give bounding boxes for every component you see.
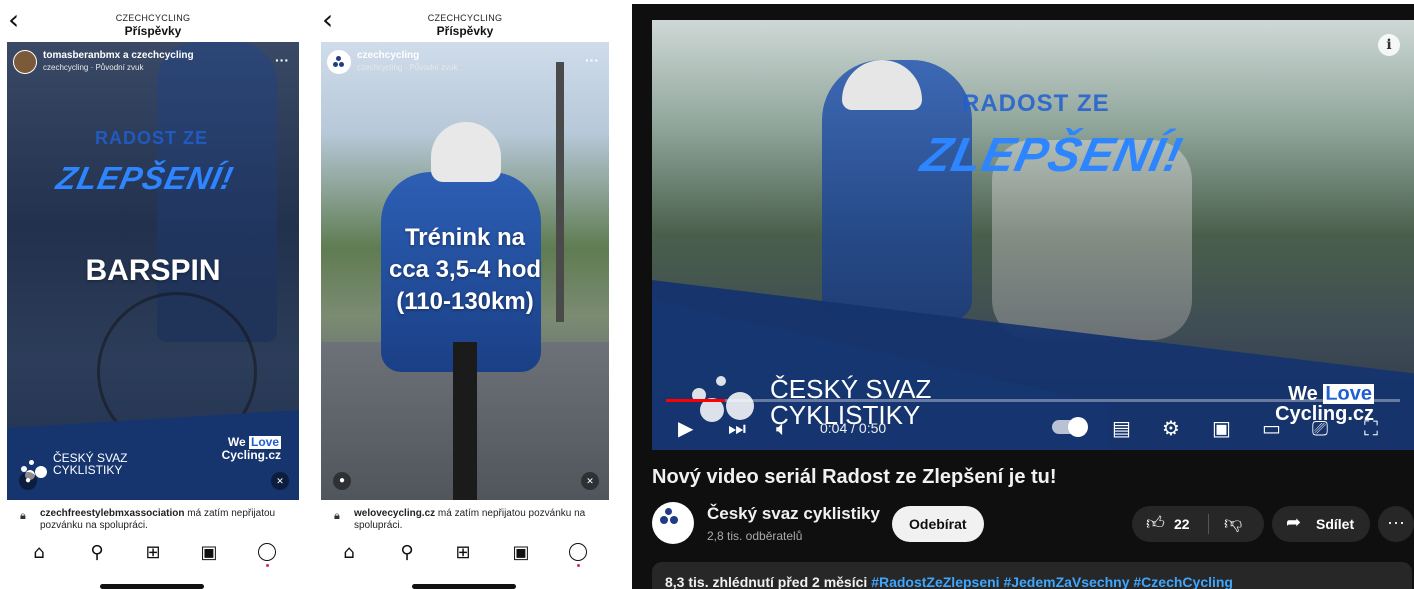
bottom-tab-bar: ⌂ ⚲ ⊞ ▣ [314,540,616,570]
more-icon[interactable]: ··· [275,52,289,68]
channel-avatar[interactable] [652,502,694,544]
search-icon[interactable]: ⚲ [394,540,420,566]
ig-header: ‹ CZECHCYCLING Příspěvky [0,0,306,42]
instagram-phone-2: ‹ CZECHCYCLING Příspěvky czechcycling cz… [314,0,616,589]
collab-text: welovecycling.cz má zatím nepřijatou poz… [354,508,606,532]
collab-notice: 🔒︎ welovecycling.cz má zatím nepřijatou … [334,506,606,532]
collab-text: czechfreestylebmxassociation má zatím ne… [40,508,296,532]
overlay-line-1: Trénink na [404,224,526,251]
profile-avatar-icon[interactable] [569,543,587,561]
user-avatar[interactable] [327,50,351,74]
reel-top-bar: czechcycling czechcycling · Původní zvuk… [327,48,603,76]
thumbs-down-icon[interactable]: 👎︎ [1224,512,1242,534]
welove-logo: We Love Cycling.cz [222,436,281,462]
reel-video[interactable]: tomasberanbmx a czechcycling czechcyclin… [7,42,299,500]
brand-zlepseni: ZLEPŠENÍ! [916,129,1188,182]
ig-header: ‹ CZECHCYCLING Příspěvky [314,0,616,42]
welove-cycling: Cycling.cz [221,448,281,462]
thumbs-up-icon[interactable]: 👍︎ [1146,512,1165,534]
collab-account[interactable]: welovecycling.cz [354,508,435,519]
brand-radost-ze: RADOST ZE [95,128,209,148]
lock-icon: 🔒︎ [334,510,340,522]
info-icon[interactable]: i [1378,34,1400,56]
like-dislike-group: 👍︎ 22 👎︎ [1132,506,1264,542]
theater-mode-icon[interactable]: ▭ [1262,416,1281,440]
lock-icon: 🔒︎ [20,510,26,522]
overlay-text: BARSPIN [85,254,221,287]
views-date: 8,3 tis. zhlédnutí před 2 měsíci [665,574,868,589]
more-actions-icon[interactable]: ··· [1378,506,1414,542]
player-controls: ▶ ⏭ 🔈︎ 0:04 / 0:50 ▤ ⚙ ▣ ▭ ⎚ ⛶ [652,404,1414,450]
brand-zlepseni: ZLEPŠENÍ! [53,160,238,196]
autoplay-toggle[interactable] [1052,417,1088,437]
channel-name[interactable]: Český svaz cyklistiky [707,504,880,524]
share-label: Sdílet [1316,516,1355,532]
tagged-person-icon[interactable]: ● [333,472,351,490]
welove-we: We [227,435,246,449]
share-button[interactable]: ➦ Sdílet [1272,506,1370,542]
reel-top-bar: tomasberanbmx a czechcycling czechcyclin… [13,48,293,76]
csc-name: ČESKÝ SVAZ CYKLISTIKY [53,451,128,477]
post-user[interactable]: czechcycling [357,50,419,61]
youtube-panel: RADOST ZE ZLEPŠENÍ! i ČESKÝ SVAZ CYKLIST… [632,4,1414,589]
collab-notice: 🔒︎ czechfreestylebmxassociation má zatím… [20,506,296,532]
mute-icon[interactable]: ✕ [271,472,289,490]
profile-avatar-icon[interactable] [258,543,276,561]
bike-shape [453,342,477,500]
progress-bar[interactable] [666,399,1400,402]
plus-square-icon[interactable]: ⊞ [450,540,476,566]
airplay-icon[interactable]: ⎚ [1312,416,1328,440]
home-indicator [100,584,204,589]
header-title: Příspěvky [124,24,182,38]
header-account: CZECHCYCLING [427,13,503,23]
reels-icon[interactable]: ▣ [196,540,222,566]
next-icon[interactable]: ⏭ [728,416,746,440]
profile-notification-dot [577,564,580,567]
description-meta: 8,3 tis. zhlédnutí před 2 měsíci #Radost… [665,574,1233,589]
profile-notification-dot [266,564,269,567]
reel-video[interactable]: czechcycling czechcycling · Původní zvuk… [321,42,609,500]
overlay-line-3: (110-130km) [396,288,534,315]
fullscreen-icon[interactable]: ⛶ [1364,416,1378,440]
plus-square-icon[interactable]: ⊞ [140,540,166,566]
reels-icon[interactable]: ▣ [508,540,534,566]
miniplayer-icon[interactable]: ▣ [1212,416,1231,440]
video-player[interactable]: RADOST ZE ZLEPŠENÍ! i ČESKÝ SVAZ CYKLIST… [652,20,1414,450]
post-audio[interactable]: czechcycling · Původní zvuk [43,63,144,72]
brand-radost-ze: RADOST ZE [962,90,1110,117]
play-icon[interactable]: ▶ [678,416,693,440]
mute-icon[interactable]: ✕ [581,472,599,490]
home-icon[interactable]: ⌂ [336,540,362,566]
helmet-shape [431,122,501,182]
settings-gear-icon[interactable]: ⚙ [1162,416,1180,440]
description-box[interactable]: 8,3 tis. zhlédnutí před 2 měsíci #Radost… [652,562,1412,589]
post-audio[interactable]: czechcycling · Původní zvuk [357,63,458,72]
overlay-text: Trénink na cca 3,5-4 hod (110-130km) [321,222,609,318]
tagged-person-icon[interactable]: ● [19,472,37,490]
subtitles-icon[interactable]: ▤ [1112,416,1131,440]
channel-subscribers: 2,8 tis. odběratelů [707,529,803,543]
overlay-line-2: cca 3,5-4 hod [388,256,542,283]
search-icon[interactable]: ⚲ [84,540,110,566]
like-divider [1208,514,1209,534]
post-user[interactable]: tomasberanbmx a czechcycling [43,50,194,61]
like-count[interactable]: 22 [1174,516,1190,532]
video-title: Nový video seriál Radost ze Zlepšení je … [652,466,1057,488]
hashtags[interactable]: #RadostZeZlepseni #JedemZaVsechny #Czech… [871,574,1233,589]
home-icon[interactable]: ⌂ [26,540,52,566]
time-display: 0:04 / 0:50 [820,420,887,436]
header-title: Příspěvky [436,24,494,38]
volume-icon[interactable]: 🔈︎ [776,416,788,440]
bottom-tab-bar: ⌂ ⚲ ⊞ ▣ [0,540,306,570]
more-icon[interactable]: ··· [585,52,599,68]
collab-account[interactable]: czechfreestylebmxassociation [40,508,185,519]
subscribe-button[interactable]: Odebírat [892,506,984,542]
share-arrow-icon: ➦ [1286,512,1302,533]
header-account: CZECHCYCLING [115,13,191,23]
home-indicator [412,584,516,589]
instagram-phone-1: ‹ CZECHCYCLING Příspěvky tomasberanbmx a… [0,0,306,589]
progress-fill [666,399,725,402]
user-avatar[interactable] [13,50,37,74]
